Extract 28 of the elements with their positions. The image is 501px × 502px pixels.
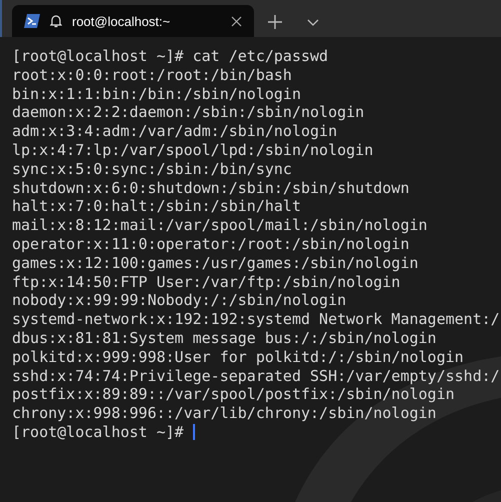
terminal-line: systemd-network:x:192:192:systemd Network Management:/ xyxy=(12,310,500,329)
terminal-line: daemon:x:2:2:daemon:/sbin:/sbin/nologin xyxy=(12,103,364,122)
close-icon[interactable] xyxy=(231,16,242,26)
terminal-line: sshd:x:74:74:Privilege-separated SSH:/var/empty/sshd:/ xyxy=(12,366,500,386)
terminal-line: mail:x:8:12:mail:/var/spool/mail:/sbin/nologin xyxy=(12,216,428,235)
shell-prompt: [root@localhost ~]# xyxy=(12,422,184,442)
terminal-line: chrony:x:998:996::/var/lib/chrony:/sbin/nologin xyxy=(12,404,436,423)
bell-icon xyxy=(50,14,62,28)
terminal-line: shutdown:x:6:0:shutdown:/sbin:/sbin/shutdown xyxy=(12,178,410,198)
terminal-line: ftp:x:14:50:FTP User:/var/ftp:/sbin/nologin xyxy=(12,272,400,292)
terminal-line: lp:x:4:7:lp:/var/spool/lpd:/sbin/nologin xyxy=(12,140,374,160)
terminal-line: sync:x:5:0:sync:/sbin:/bin/sync xyxy=(12,160,292,179)
plus-icon xyxy=(268,15,282,29)
terminal-tab[interactable]: root@localhost:~ xyxy=(12,5,254,37)
terminal-line: [root@localhost ~]# cat /etc/passwd xyxy=(12,47,328,66)
terminal-line: polkitd:x:999:998:User for polkitd:/:/sbin/nologin xyxy=(12,348,464,367)
terminal-line: postfix:x:89:89::/var/spool/postfix:/sbin/nologin xyxy=(12,385,455,404)
terminal-line: root:x:0:0:root:/root:/bin/bash xyxy=(12,66,292,85)
terminal-line: halt:x:7:0:halt:/sbin:/sbin/halt xyxy=(12,197,301,216)
terminal-line: nobody:x:99:99:Nobody:/:/sbin/nologin xyxy=(12,291,346,310)
terminal-line: adm:x:3:4:adm:/var/adm:/sbin/nologin xyxy=(12,122,338,141)
chevron-down-icon xyxy=(307,18,319,26)
terminal-line: dbus:x:81:81:System message bus:/:/sbin/nologin xyxy=(12,328,436,348)
terminal-line: bin:x:1:1:bin:/bin:/sbin/nologin xyxy=(12,84,301,104)
text-cursor xyxy=(192,424,195,440)
terminal-icon xyxy=(24,14,40,28)
terminal-line: operator:x:11:0:operator:/root:/sbin/nologin xyxy=(12,234,410,254)
terminal-line: games:x:12:100:games:/usr/games:/sbin/nologin xyxy=(12,254,418,273)
